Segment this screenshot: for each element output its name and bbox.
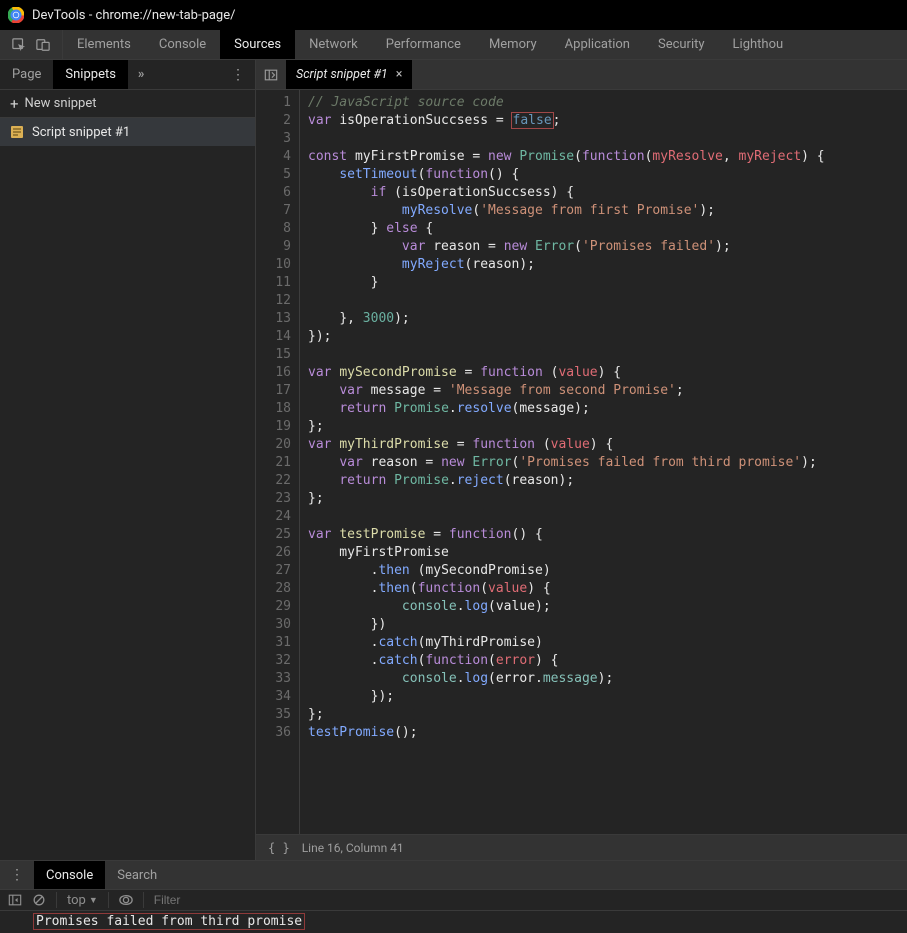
toggle-navigator-icon[interactable] [256,60,286,89]
window-titlebar: DevTools - chrome://new-tab-page/ [0,0,907,30]
tab-memory[interactable]: Memory [475,30,551,59]
tab-security[interactable]: Security [644,30,719,59]
inspect-icon[interactable] [12,38,26,52]
tab-network[interactable]: Network [295,30,372,59]
filter-input[interactable] [154,891,899,909]
drawer-tab-console[interactable]: Console [34,861,105,889]
console-sidebar-toggle-icon[interactable] [8,893,22,907]
console-message[interactable]: Promises failed from third promise [34,914,304,929]
drawer-menu-icon[interactable] [0,861,34,889]
tab-lighthou[interactable]: Lighthou [719,30,798,59]
plus-icon: + [10,95,19,113]
subtab-overflow[interactable]: » [128,60,155,89]
clear-console-icon[interactable] [32,893,46,907]
code-editor[interactable]: 1234567891011121314151617181920212223242… [256,90,907,834]
subtab-snippets[interactable]: Snippets [53,60,128,89]
snippet-file-icon [10,125,24,139]
navigator-menu-icon[interactable] [221,60,255,89]
subtab-page[interactable]: Page [0,60,53,89]
tab-performance[interactable]: Performance [372,30,475,59]
editor-statusbar: { } Line 16, Column 41 [256,834,907,860]
tab-sources[interactable]: Sources [220,30,295,59]
console-output: Promises failed from third promise [0,911,907,933]
context-selector[interactable]: top ▼ [67,893,98,908]
window-title: DevTools - chrome://new-tab-page/ [32,8,236,23]
pretty-print-icon[interactable]: { } [268,841,290,855]
tab-application[interactable]: Application [551,30,644,59]
navigator-panel: Page Snippets » + New snippet Script sni… [0,60,256,860]
drawer: Console Search top ▼ Promises failed fro… [0,860,907,933]
cursor-position: Line 16, Column 41 [302,841,404,855]
chrome-logo-icon [8,7,24,23]
code-content[interactable]: // JavaScript source codevar isOperation… [300,90,907,834]
editor-tab-label: Script snippet #1 [296,67,388,82]
snippet-item[interactable]: Script snippet #1 [0,118,255,146]
editor-panel: Script snippet #1 × 12345678910111213141… [256,60,907,860]
live-expression-icon[interactable] [119,893,133,907]
line-gutter: 1234567891011121314151617181920212223242… [256,90,300,834]
editor-tab[interactable]: Script snippet #1 × [286,60,412,89]
drawer-tab-search[interactable]: Search [105,861,169,889]
new-snippet-label: New snippet [25,96,97,111]
main-tabstrip: ElementsConsoleSourcesNetworkPerformance… [0,30,907,60]
close-icon[interactable]: × [396,67,403,82]
tab-console[interactable]: Console [145,30,220,59]
snippet-item-label: Script snippet #1 [32,125,130,140]
tab-elements[interactable]: Elements [63,30,145,59]
device-toggle-icon[interactable] [36,38,50,52]
chevron-down-icon: ▼ [89,895,98,906]
new-snippet-button[interactable]: + New snippet [0,90,255,118]
